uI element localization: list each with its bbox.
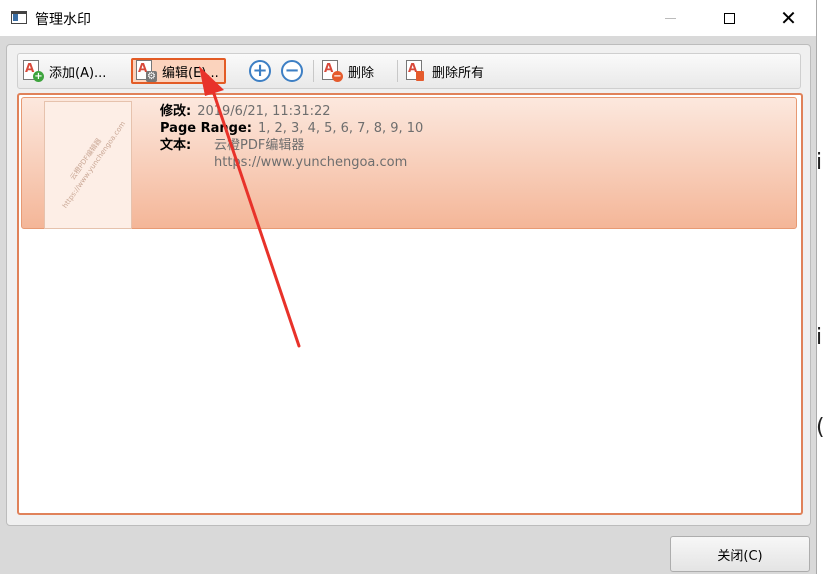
watermark-toolbar: A + 添加(A)... A ⚙ 编辑(E)... + − A − 删除 A 删… <box>17 53 801 89</box>
minimize-button[interactable] <box>642 0 699 36</box>
watermark-list[interactable]: 云橙PDF编辑器 https://www.yunchengoa.com 修改: 2… <box>17 93 803 515</box>
close-icon: ✕ <box>780 6 797 30</box>
toolbar-separator <box>397 60 398 82</box>
watermark-panel: A + 添加(A)... A ⚙ 编辑(E)... + − A − 删除 A 删… <box>6 44 811 526</box>
dialog-client-area: A + 添加(A)... A ⚙ 编辑(E)... + − A − 删除 A 删… <box>0 36 816 574</box>
close-window-button[interactable]: ✕ <box>760 0 817 36</box>
delete-watermark-button[interactable]: A − 删除 <box>319 58 379 84</box>
decrease-button[interactable]: − <box>279 58 305 84</box>
delete-all-document-icon: A <box>406 60 426 82</box>
minus-circle-icon: − <box>281 60 303 82</box>
watermark-details: 修改: 2019/6/21, 11:31:22 Page Range: 1, 2, … <box>160 103 423 171</box>
watermark-text-line2: https://www.yunchengoa.com <box>214 155 408 170</box>
background-glyph: ( <box>816 415 825 440</box>
minimize-icon <box>665 17 676 19</box>
toolbar-separator <box>313 60 314 82</box>
page-range-value: 1, 2, 3, 4, 5, 6, 7, 8, 9, 10 <box>257 121 424 136</box>
add-watermark-label: 添加(A)... <box>49 65 107 81</box>
delete-watermark-label: 删除 <box>348 65 375 81</box>
close-dialog-button[interactable]: 关闭(C) <box>670 536 810 572</box>
manage-watermarks-dialog: 管理水印 ✕ A + 添加(A)... A ⚙ 编辑(E)... + − A −… <box>0 0 817 574</box>
maximize-button[interactable] <box>701 0 758 36</box>
plus-circle-icon: + <box>249 60 271 82</box>
text-label: 文本: <box>160 138 192 153</box>
delete-document-icon: A − <box>322 60 343 82</box>
modified-value: 2019/6/21, 11:31:22 <box>197 104 331 119</box>
watermark-text-line1: 云橙PDF编辑器 <box>214 138 305 153</box>
thumbnail-watermark-text: 云橙PDF编辑器 https://www.yunchengoa.com <box>60 119 128 210</box>
watermark-list-item[interactable]: 云橙PDF编辑器 https://www.yunchengoa.com 修改: 2… <box>21 97 797 229</box>
edit-document-icon: A ⚙ <box>136 60 157 82</box>
watermark-thumbnail: 云橙PDF编辑器 https://www.yunchengoa.com <box>44 101 132 229</box>
background-document-edge: i i ( <box>816 40 825 560</box>
add-document-icon: A + <box>23 60 44 82</box>
delete-all-label: 删除所有 <box>432 65 485 81</box>
add-watermark-button[interactable]: A + 添加(A)... <box>20 58 111 84</box>
edit-watermark-button[interactable]: A ⚙ 编辑(E)... <box>131 58 226 84</box>
delete-all-watermarks-button[interactable]: A 删除所有 <box>403 58 489 84</box>
increase-button[interactable]: + <box>247 58 273 84</box>
window-title: 管理水印 <box>35 12 91 28</box>
maximize-icon <box>724 12 735 24</box>
modified-label: 修改: <box>160 104 192 119</box>
page-range-label: Page Range: <box>160 121 252 136</box>
app-window-icon <box>11 11 27 24</box>
edit-watermark-label: 编辑(E)... <box>162 65 219 81</box>
title-bar: 管理水印 ✕ <box>0 0 816 36</box>
background-document-bottom <box>0 572 825 586</box>
